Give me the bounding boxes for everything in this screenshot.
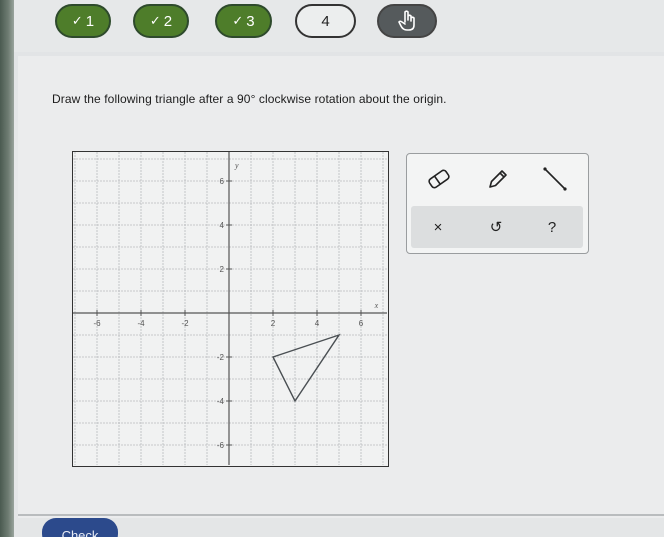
y-tick-label: 2 bbox=[220, 265, 225, 274]
question-4-button[interactable]: 4 bbox=[295, 4, 356, 38]
y-tick-label: -2 bbox=[217, 353, 225, 362]
y-tick-label: 4 bbox=[220, 221, 225, 230]
hand-pointer-icon bbox=[398, 10, 415, 31]
line-segment-icon bbox=[543, 167, 567, 191]
eraser-tool[interactable] bbox=[419, 162, 459, 196]
given-triangle bbox=[272, 333, 341, 403]
question-number: 1 bbox=[85, 12, 95, 30]
graph-canvas[interactable]: -6 -4 -2 2 4 6 6 4 2 -2 -4 -6 x y bbox=[73, 152, 387, 465]
x-tick-label: -4 bbox=[137, 319, 145, 328]
check-icon: ✓ bbox=[149, 13, 161, 28]
undo-button[interactable]: ↺ bbox=[476, 210, 516, 244]
x-axis-label: x bbox=[374, 301, 379, 310]
y-tick-label: -6 bbox=[217, 441, 225, 450]
y-axis-label: y bbox=[234, 161, 239, 170]
x-tick-label: -2 bbox=[181, 319, 189, 328]
next-question-button[interactable] bbox=[377, 4, 437, 38]
y-tick-label: -4 bbox=[217, 397, 225, 406]
toolbox-actions: × ↺ ? bbox=[411, 206, 583, 248]
window-edge bbox=[0, 0, 14, 537]
question-3-button[interactable]: ✓ 3 bbox=[215, 4, 272, 38]
question-number: 4 bbox=[321, 12, 330, 30]
line-tool[interactable] bbox=[535, 162, 575, 196]
question-number: 3 bbox=[246, 12, 255, 30]
pencil-tool[interactable] bbox=[478, 162, 518, 196]
help-button[interactable]: ? bbox=[532, 210, 572, 244]
check-button[interactable]: Check bbox=[42, 518, 118, 537]
question-number: 2 bbox=[163, 12, 173, 30]
clear-button[interactable]: × bbox=[418, 210, 458, 244]
pencil-icon bbox=[489, 170, 507, 188]
x-tick-label: 2 bbox=[271, 319, 276, 328]
question-1-button[interactable]: ✓ 1 bbox=[55, 4, 111, 38]
x-tick-label: 4 bbox=[315, 319, 320, 328]
y-tick-label: 6 bbox=[220, 177, 225, 186]
eraser-icon bbox=[428, 169, 450, 189]
question-prompt: Draw the following triangle after a 90° … bbox=[52, 92, 447, 106]
x-tick-label: -6 bbox=[93, 319, 101, 328]
drawing-toolbox: × ↺ ? bbox=[406, 153, 589, 254]
check-icon: ✓ bbox=[71, 13, 83, 28]
question-2-button[interactable]: ✓ 2 bbox=[133, 4, 189, 38]
question-nav: ✓ 1 ✓ 2 ✓ 3 4 bbox=[14, 0, 664, 52]
check-icon: ✓ bbox=[232, 13, 244, 28]
x-tick-label: 6 bbox=[359, 319, 364, 328]
footer-divider bbox=[18, 514, 664, 516]
coordinate-grid[interactable]: -6 -4 -2 2 4 6 6 4 2 -2 -4 -6 x y bbox=[72, 151, 389, 467]
